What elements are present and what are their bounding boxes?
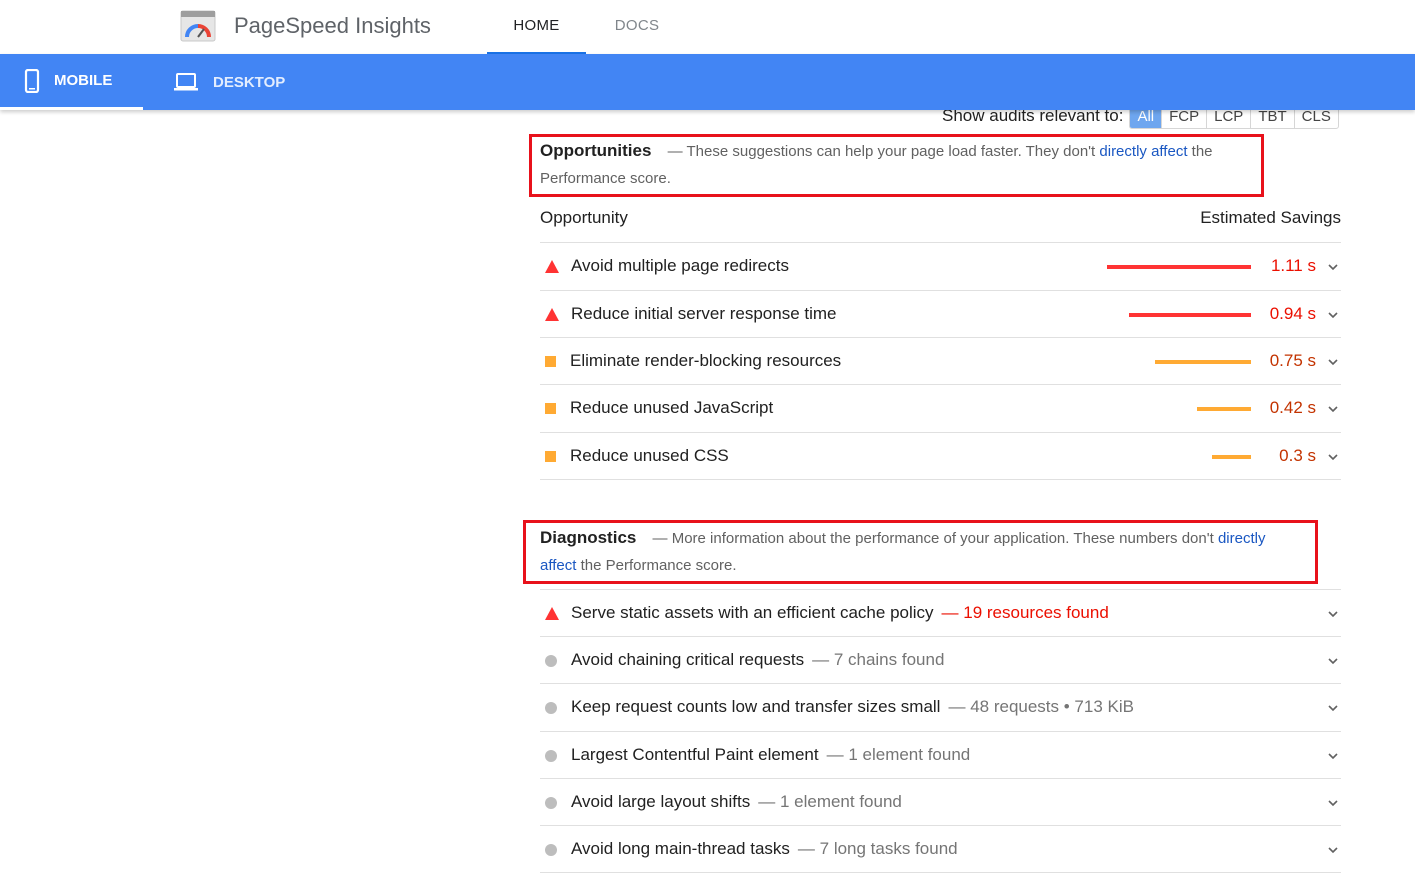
chevron-down-icon[interactable] xyxy=(1327,261,1339,273)
app-title[interactable]: PageSpeed Insights xyxy=(234,13,431,39)
savings-value: 0.94 s xyxy=(1269,304,1316,323)
audit-title: Reduce initial server response time xyxy=(571,304,837,323)
diagnostic-row[interactable]: Keep request counts low and transfer siz… xyxy=(540,683,1341,730)
audit-title: Eliminate render-blocking resources xyxy=(570,351,842,370)
info-circle-icon xyxy=(545,655,557,667)
laptop-icon xyxy=(174,73,198,91)
diagnostic-row[interactable]: Avoid chaining critical requests — 7 chai… xyxy=(540,636,1341,683)
audit-detail: — 1 element found xyxy=(758,792,902,811)
directly-affect-link[interactable]: directly xyxy=(1218,530,1266,547)
audit-title: Avoid multiple page redirects xyxy=(571,256,789,275)
tab-mobile-label: MOBILE xyxy=(54,72,113,89)
chevron-down-icon[interactable] xyxy=(1327,451,1339,463)
chevron-down-icon[interactable] xyxy=(1327,403,1339,415)
savings-bar xyxy=(1155,360,1251,364)
divider xyxy=(540,872,1341,873)
pagespeed-gauge-icon[interactable] xyxy=(180,10,216,42)
nav-tab-docs[interactable]: DOCS xyxy=(597,0,677,54)
audit-detail: — 19 resources found xyxy=(941,603,1109,622)
diagnostics-header: Diagnostics — More information about the… xyxy=(540,524,1310,579)
fail-triangle-icon xyxy=(545,308,559,321)
diagnostic-row[interactable]: Serve static assets with an efficient ca… xyxy=(540,589,1341,636)
directly-affect-link-cont[interactable]: affect xyxy=(540,557,576,574)
opportunities-header: Opportunities — These suggestions can he… xyxy=(540,137,1250,192)
chevron-down-icon[interactable] xyxy=(1327,608,1339,620)
savings-value: 0.3 s xyxy=(1279,446,1316,465)
nav-tab-home[interactable]: HOME xyxy=(487,0,586,54)
diagnostic-row[interactable]: Avoid large layout shifts — 1 element fou… xyxy=(540,778,1341,825)
opportunities-title: Opportunities xyxy=(540,141,652,160)
audit-detail: — 1 element found xyxy=(826,745,971,764)
estimated-savings-column-header: Estimated Savings xyxy=(1200,208,1341,227)
opportunities-description-line2: Performance score. xyxy=(540,170,671,187)
tab-desktop-label: DESKTOP xyxy=(213,73,286,91)
savings-value: 0.42 s xyxy=(1269,398,1316,417)
divider xyxy=(540,479,1341,480)
audit-title: Avoid large layout shifts xyxy=(571,792,751,811)
info-circle-icon xyxy=(545,844,557,856)
savings-bar xyxy=(1197,407,1251,411)
audit-detail: — 7 long tasks found xyxy=(797,839,958,858)
chevron-down-icon[interactable] xyxy=(1327,702,1339,714)
tab-desktop[interactable]: DESKTOP xyxy=(143,54,303,110)
tab-mobile[interactable]: MOBILE xyxy=(0,54,143,110)
chevron-down-icon[interactable] xyxy=(1327,844,1339,856)
average-square-icon xyxy=(545,403,556,414)
opportunities-description: — These suggestions can help your page l… xyxy=(667,143,1100,160)
info-circle-icon xyxy=(545,702,557,714)
opportunity-row[interactable]: Avoid multiple page redirects 1.11 s xyxy=(540,242,1341,289)
audit-title: Reduce unused JavaScript xyxy=(570,398,774,417)
savings-bar xyxy=(1212,455,1251,459)
savings-bar xyxy=(1107,265,1251,269)
audit-detail: — 48 requests • 713 KiB xyxy=(948,697,1134,716)
info-circle-icon xyxy=(545,797,557,809)
audit-title: Avoid long main-thread tasks xyxy=(571,839,790,858)
savings-value: 1.11 s xyxy=(1270,256,1316,275)
diagnostics-description: — More information about the performance… xyxy=(652,530,1218,547)
diagnostics-description-tail: the Performance score. xyxy=(576,557,737,574)
phone-icon xyxy=(24,68,40,93)
fail-triangle-icon xyxy=(545,260,559,273)
audit-title: Serve static assets with an efficient ca… xyxy=(571,603,934,622)
diagnostic-row[interactable]: Largest Contentful Paint element — 1 elem… xyxy=(540,731,1341,778)
opportunity-column-header: Opportunity xyxy=(540,208,628,227)
chevron-down-icon[interactable] xyxy=(1327,655,1339,667)
opportunity-row[interactable]: Reduce unused JavaScript 0.42 s xyxy=(540,384,1341,431)
device-tab-bar: MOBILE DESKTOP xyxy=(0,54,1415,110)
fail-triangle-icon xyxy=(545,607,559,620)
chevron-down-icon[interactable] xyxy=(1327,309,1339,321)
opportunity-row[interactable]: Reduce unused CSS 0.3 s xyxy=(540,432,1341,479)
audit-detail: — 7 chains found xyxy=(812,650,945,669)
savings-value: 0.75 s xyxy=(1269,351,1316,370)
opportunities-description-tail: the xyxy=(1187,143,1213,160)
chevron-down-icon[interactable] xyxy=(1327,356,1339,368)
opportunity-row[interactable]: Reduce initial server response time 0.94… xyxy=(540,290,1341,337)
average-square-icon xyxy=(545,451,556,462)
opportunity-row[interactable]: Eliminate render-blocking resources 0.75… xyxy=(540,337,1341,384)
audit-title: Reduce unused CSS xyxy=(570,446,729,465)
diagnostics-title: Diagnostics xyxy=(540,528,637,547)
audit-title: Avoid chaining critical requests xyxy=(571,650,805,669)
average-square-icon xyxy=(545,356,556,367)
diagnostic-row[interactable]: Avoid long main-thread tasks — 7 long tas… xyxy=(540,825,1341,872)
audit-title: Largest Contentful Paint element xyxy=(571,745,819,764)
info-circle-icon xyxy=(545,750,557,762)
chevron-down-icon[interactable] xyxy=(1327,750,1339,762)
directly-affect-link[interactable]: directly affect xyxy=(1099,143,1187,160)
chevron-down-icon[interactable] xyxy=(1327,797,1339,809)
top-app-bar: PageSpeed Insights HOME DOCS xyxy=(0,0,1415,54)
savings-bar xyxy=(1129,313,1251,317)
audit-title: Keep request counts low and transfer siz… xyxy=(571,697,941,716)
